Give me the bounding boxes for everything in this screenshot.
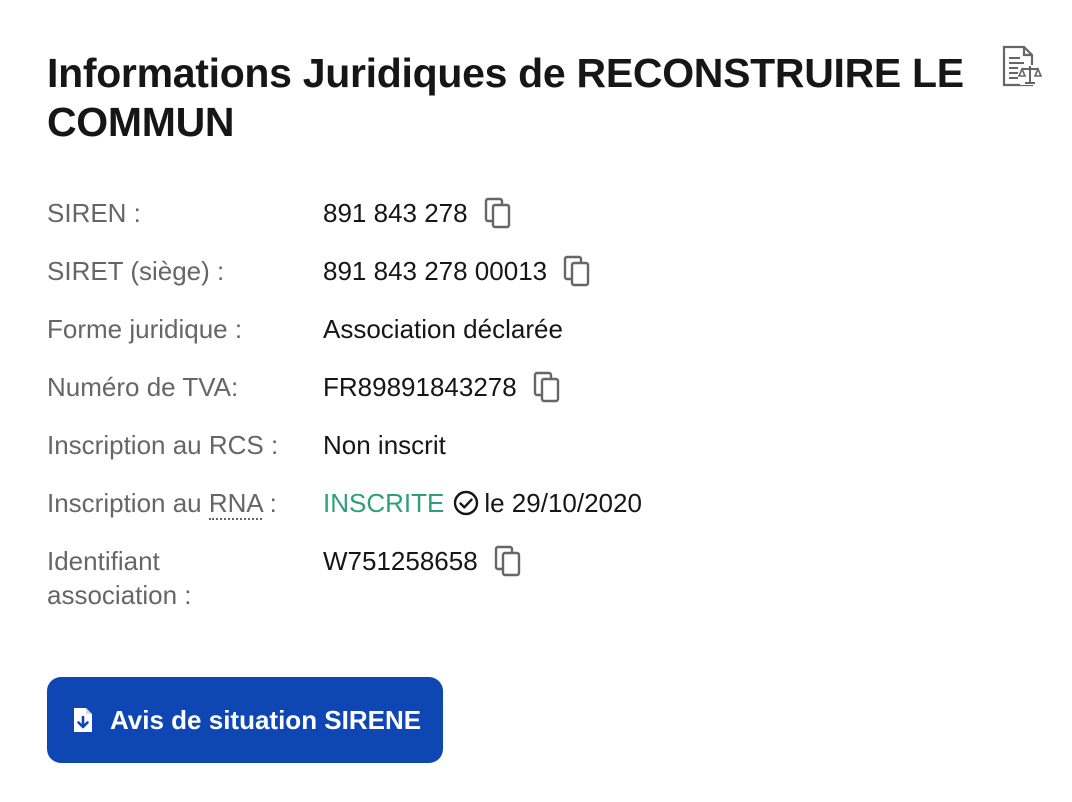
- rna-date: le 29/10/2020: [484, 488, 642, 518]
- siren-value-wrap: 891 843 278: [323, 196, 512, 230]
- avis-situation-sirene-label: Avis de situation SIRENE: [110, 705, 422, 735]
- siret-label: SIRET (siège) :: [47, 256, 225, 286]
- siren-value: 891 843 278: [323, 198, 468, 228]
- siren-label: SIREN :: [47, 198, 141, 228]
- tva-label: Numéro de TVA:: [47, 372, 239, 402]
- copy-icon[interactable]: [563, 255, 591, 287]
- check-circle-icon: [452, 489, 480, 517]
- identifiant-value-wrap: W751258658: [323, 544, 522, 578]
- rcs-label: Inscription au RCS :: [47, 430, 279, 460]
- rna-label: Inscription au RNA :: [47, 486, 317, 520]
- rna-abbr: RNA: [208, 488, 263, 520]
- avis-situation-sirene-button[interactable]: Avis de situation SIRENE: [47, 677, 443, 763]
- copy-icon[interactable]: [533, 371, 561, 403]
- file-download-icon: [72, 706, 94, 734]
- tva-value-wrap: FR89891843278: [323, 370, 561, 404]
- forme-juridique-value: Association déclarée: [323, 314, 563, 344]
- identifiant-association-label: Identifiant association :: [47, 546, 192, 610]
- rna-value-wrap: INSCRITE le 29/10/2020: [323, 486, 642, 520]
- siret-value-wrap: 891 843 278 00013: [323, 254, 591, 288]
- copy-icon[interactable]: [494, 545, 522, 577]
- copy-icon[interactable]: [484, 197, 512, 229]
- rna-label-suffix: :: [262, 488, 277, 518]
- legal-info-card: Informations Juridiques de RECONSTRUIRE …: [47, 0, 1047, 802]
- rna-status: INSCRITE: [323, 488, 445, 518]
- forme-juridique-label: Forme juridique :: [47, 314, 243, 344]
- page-title: Informations Juridiques de RECONSTRUIRE …: [47, 50, 964, 145]
- identifiant-association-value: W751258658: [323, 546, 478, 576]
- legal-document-icon: [998, 44, 1043, 90]
- tva-value: FR89891843278: [323, 372, 517, 402]
- rcs-value: Non inscrit: [323, 430, 446, 460]
- siret-value: 891 843 278 00013: [323, 256, 548, 286]
- rna-label-prefix: Inscription au: [47, 488, 209, 518]
